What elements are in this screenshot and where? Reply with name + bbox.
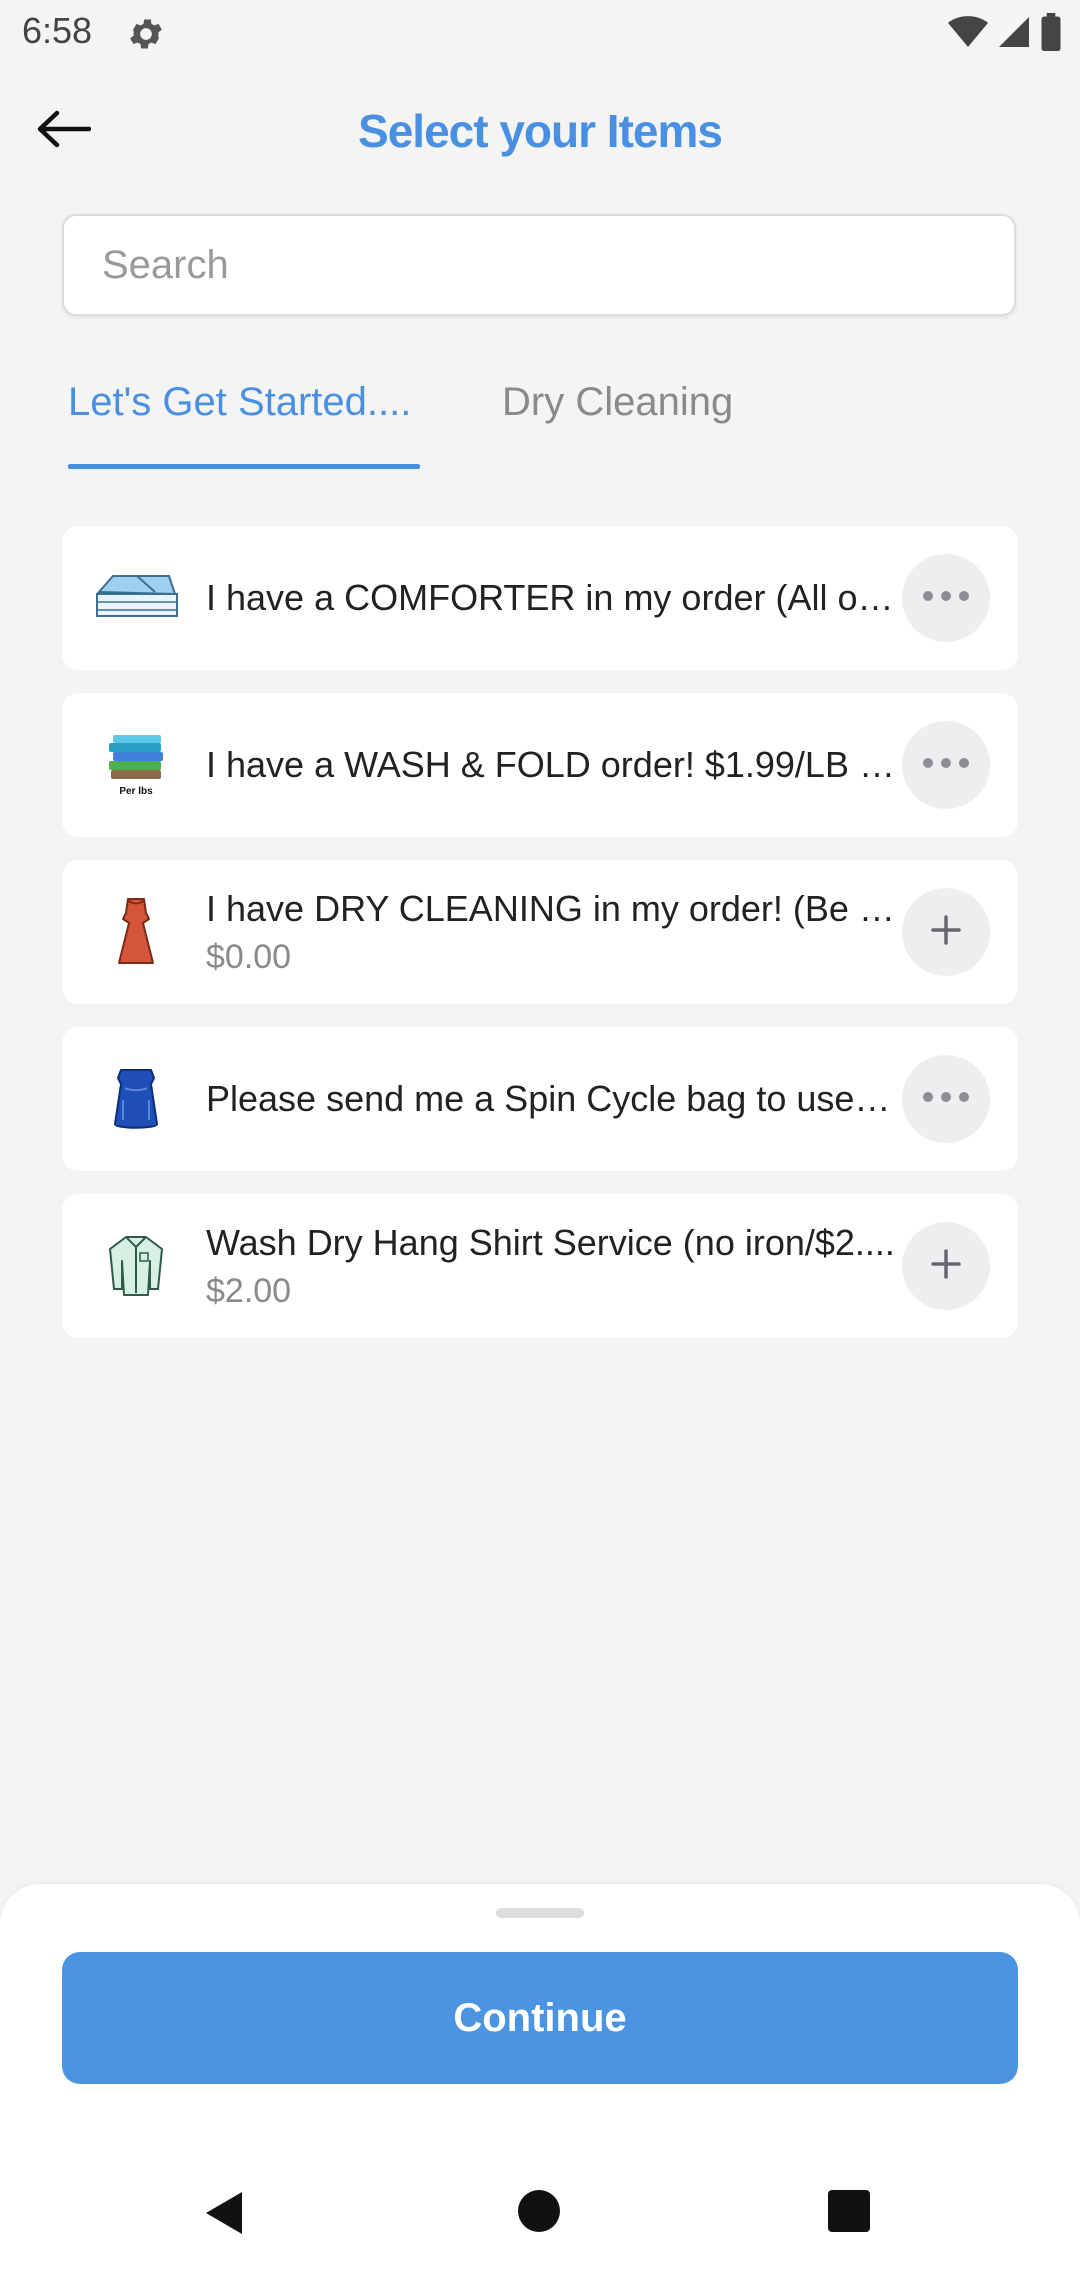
item-text: I have DRY CLEANING in my order! (Be su.… [206, 860, 898, 1004]
laundry-bag-icon [90, 1053, 182, 1145]
wash-fold-icon: Per lbs [90, 719, 182, 811]
cellular-signal-icon [996, 14, 1032, 55]
battery-icon [1040, 12, 1062, 56]
more-options-button[interactable] [902, 554, 990, 642]
settings-gear-icon [126, 14, 166, 54]
list-item[interactable]: Per lbs I have a WASH & FOLD order! $1.9… [62, 693, 1018, 837]
list-item[interactable]: I have DRY CLEANING in my order! (Be su.… [62, 860, 1018, 1004]
tab-lets-get-started[interactable]: Let's Get Started.... [68, 380, 411, 425]
plus-icon [931, 914, 961, 950]
search-input[interactable] [64, 216, 1014, 314]
item-text: Wash Dry Hang Shirt Service (no iron/$2.… [206, 1194, 898, 1338]
more-options-button[interactable] [902, 1055, 990, 1143]
item-price: $0.00 [206, 937, 292, 976]
search-box[interactable] [62, 214, 1016, 316]
continue-button[interactable]: Continue [62, 1952, 1018, 2084]
list-item[interactable]: I have a COMFORTER in my order (All ord.… [62, 526, 1018, 670]
nav-home-icon[interactable] [518, 2190, 560, 2232]
item-price: $2.00 [206, 1271, 292, 1310]
sheet-drag-handle[interactable] [496, 1908, 584, 1918]
more-dots-icon [922, 756, 970, 774]
item-title: I have DRY CLEANING in my order! (Be su.… [206, 887, 898, 929]
dress-icon [90, 886, 182, 978]
per-lbs-caption: Per lbs [119, 786, 153, 797]
item-title: Wash Dry Hang Shirt Service (no iron/$2.… [206, 1221, 895, 1263]
more-options-button[interactable] [902, 721, 990, 809]
status-icons [948, 12, 1062, 56]
nav-back-icon[interactable] [204, 2190, 244, 2241]
tab-dry-cleaning[interactable]: Dry Cleaning [502, 380, 733, 425]
comforter-icon [90, 552, 182, 644]
add-item-button[interactable] [902, 888, 990, 976]
item-title: I have a WASH & FOLD order! $1.99/LB (..… [206, 744, 898, 785]
more-dots-icon [922, 1090, 970, 1108]
wifi-icon [948, 15, 988, 54]
item-text: I have a WASH & FOLD order! $1.99/LB (..… [206, 693, 898, 837]
list-item[interactable]: Please send me a Spin Cycle bag to use f… [62, 1027, 1018, 1171]
category-tabs: Let's Get Started.... Dry Cleaning [0, 350, 1080, 470]
item-title: I have a COMFORTER in my order (All ord.… [206, 577, 898, 618]
item-text: Please send me a Spin Cycle bag to use f… [206, 1027, 898, 1171]
app-header: Select your Items [0, 66, 1080, 196]
status-time: 6:58 [22, 10, 93, 51]
active-tab-indicator [68, 464, 420, 469]
item-text: I have a COMFORTER in my order (All ord.… [206, 526, 898, 670]
list-item[interactable]: Wash Dry Hang Shirt Service (no iron/$2.… [62, 1194, 1018, 1338]
status-bar: 6:58 [0, 0, 1080, 66]
system-navigation-bar [0, 2160, 1080, 2280]
plus-icon [931, 1248, 961, 1284]
page-title: Select your Items [358, 105, 723, 157]
shirt-icon [90, 1220, 182, 1312]
item-title: Please send me a Spin Cycle bag to use f… [206, 1078, 898, 1119]
items-list: I have a COMFORTER in my order (All ord.… [62, 526, 1018, 1361]
more-dots-icon [922, 589, 970, 607]
add-item-button[interactable] [902, 1222, 990, 1310]
nav-recents-icon[interactable] [828, 2190, 870, 2232]
